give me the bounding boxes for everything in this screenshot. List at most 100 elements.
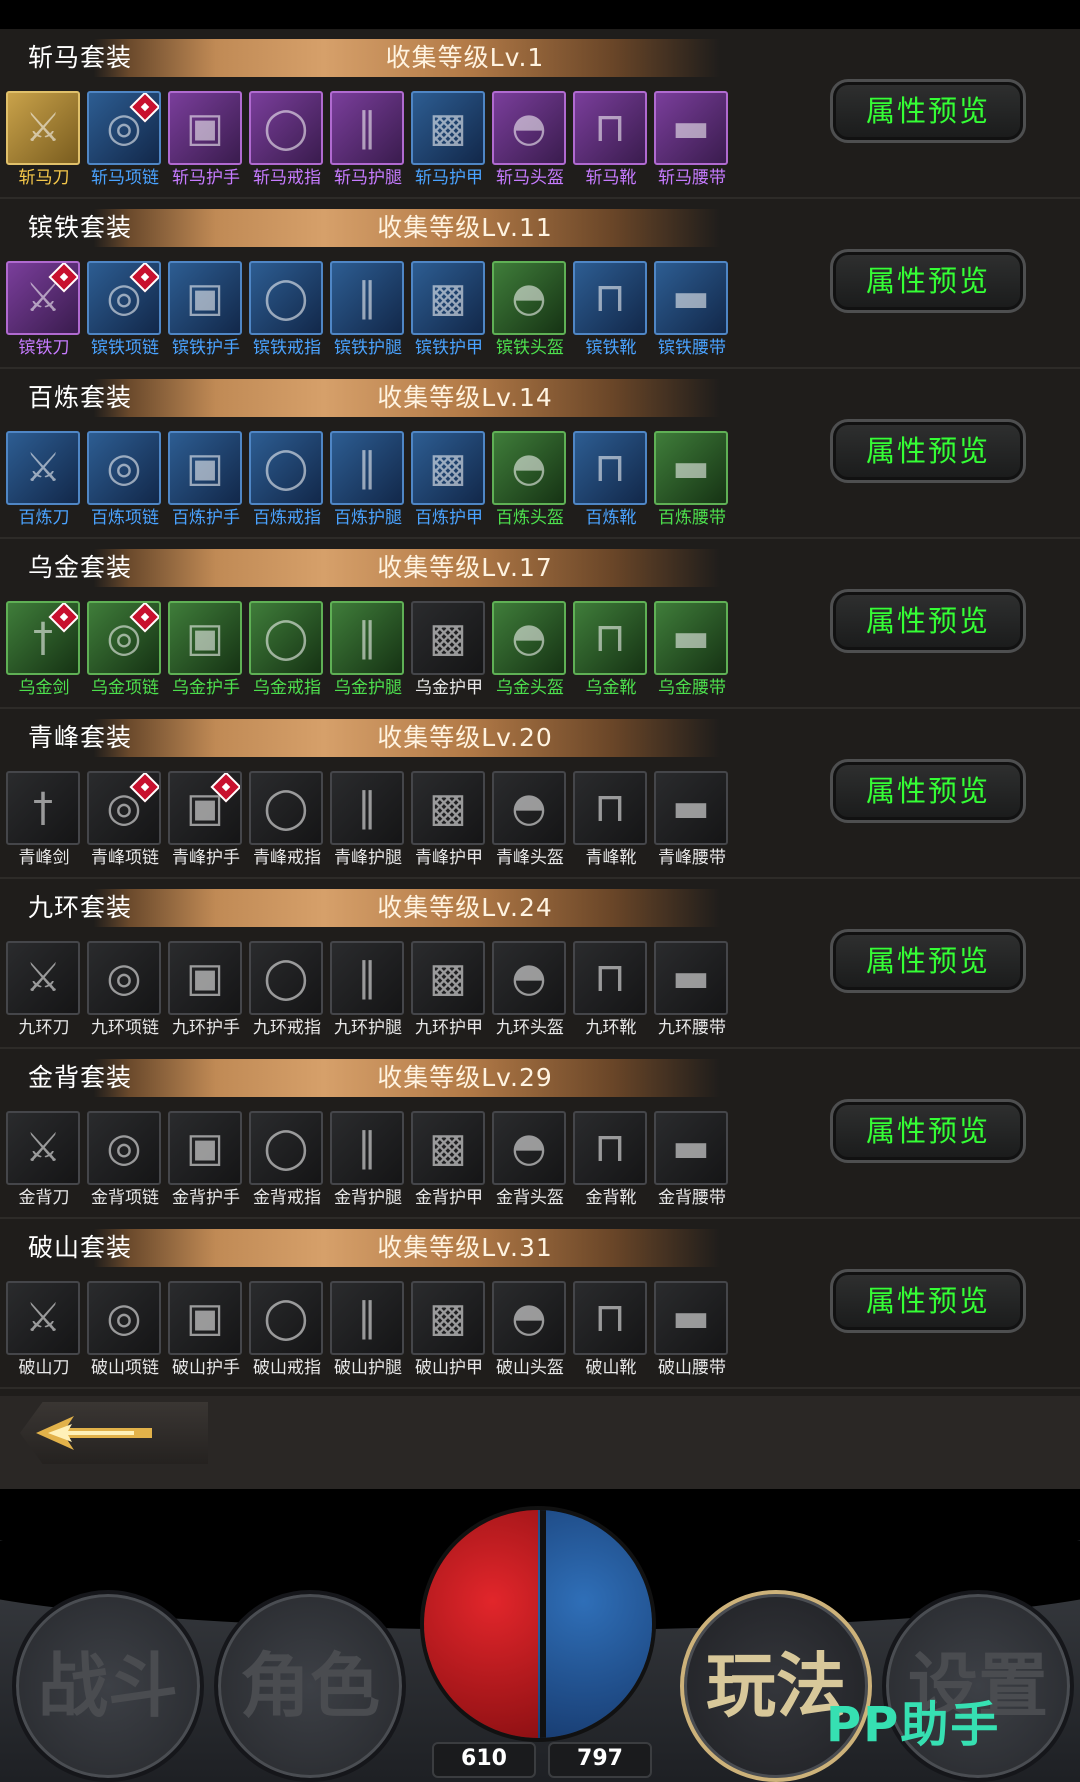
item-slot[interactable]: ▬ bbox=[654, 601, 728, 675]
equipment-item[interactable]: ◎ 青峰项链 bbox=[87, 771, 163, 871]
item-slot[interactable]: ▬ bbox=[654, 1111, 728, 1185]
equipment-item[interactable]: ⊓ 金背靴 bbox=[573, 1111, 649, 1211]
item-slot[interactable]: ⚔ bbox=[6, 1111, 80, 1185]
equipment-item[interactable]: ⊓ 镔铁靴 bbox=[573, 261, 649, 361]
item-slot[interactable]: ◎ bbox=[87, 1281, 161, 1355]
equipment-item[interactable]: ∥ 百炼护腿 bbox=[330, 431, 406, 531]
item-slot[interactable]: ◓ bbox=[492, 601, 566, 675]
equipment-item[interactable]: ⊓ 斩马靴 bbox=[573, 91, 649, 191]
item-slot[interactable]: ▬ bbox=[654, 771, 728, 845]
equipment-item[interactable]: ⊓ 百炼靴 bbox=[573, 431, 649, 531]
item-slot[interactable]: ▣ bbox=[168, 601, 242, 675]
equipment-item[interactable]: ∥ 九环护腿 bbox=[330, 941, 406, 1041]
item-slot[interactable]: ▩ bbox=[411, 601, 485, 675]
item-slot[interactable]: ◓ bbox=[492, 1281, 566, 1355]
item-slot[interactable]: ◓ bbox=[492, 771, 566, 845]
equipment-item[interactable]: ▬ 乌金腰带 bbox=[654, 601, 730, 701]
equipment-item[interactable]: ◎ 百炼项链 bbox=[87, 431, 163, 531]
equipment-item[interactable]: ◓ 金背头盔 bbox=[492, 1111, 568, 1211]
equipment-item[interactable]: ⊓ 乌金靴 bbox=[573, 601, 649, 701]
item-slot[interactable]: ⊓ bbox=[573, 1281, 647, 1355]
item-slot[interactable]: ◯ bbox=[249, 91, 323, 165]
item-slot[interactable]: ◯ bbox=[249, 1111, 323, 1185]
equipment-item[interactable]: ◓ 九环头盔 bbox=[492, 941, 568, 1041]
item-slot[interactable]: ▩ bbox=[411, 261, 485, 335]
equipment-item[interactable]: ▬ 破山腰带 bbox=[654, 1281, 730, 1381]
item-slot[interactable]: ◎ bbox=[87, 771, 161, 845]
equipment-item[interactable]: ⚔ 镔铁刀 bbox=[6, 261, 82, 361]
equipment-item[interactable]: ▣ 破山护手 bbox=[168, 1281, 244, 1381]
equipment-item[interactable]: ◯ 镔铁戒指 bbox=[249, 261, 325, 361]
attribute-preview-button[interactable]: 属性预览 bbox=[830, 249, 1026, 313]
equipment-item[interactable]: ∥ 斩马护腿 bbox=[330, 91, 406, 191]
equipment-item[interactable]: ⚔ 破山刀 bbox=[6, 1281, 82, 1381]
attribute-preview-button[interactable]: 属性预览 bbox=[830, 1269, 1026, 1333]
equipment-item[interactable]: † 青峰剑 bbox=[6, 771, 82, 871]
item-slot[interactable]: ◓ bbox=[492, 941, 566, 1015]
item-slot[interactable]: ▣ bbox=[168, 261, 242, 335]
item-slot[interactable]: ◎ bbox=[87, 431, 161, 505]
equipment-item[interactable]: ◎ 斩马项链 bbox=[87, 91, 163, 191]
equipment-item[interactable]: ◎ 九环项链 bbox=[87, 941, 163, 1041]
equipment-item[interactable]: ▩ 金背护甲 bbox=[411, 1111, 487, 1211]
item-slot[interactable]: ▣ bbox=[168, 1111, 242, 1185]
item-slot[interactable]: ◎ bbox=[87, 91, 161, 165]
item-slot[interactable]: ◯ bbox=[249, 431, 323, 505]
item-slot[interactable]: ▬ bbox=[654, 941, 728, 1015]
equipment-item[interactable]: ▬ 九环腰带 bbox=[654, 941, 730, 1041]
attribute-preview-button[interactable]: 属性预览 bbox=[830, 759, 1026, 823]
equipment-item[interactable]: ▣ 镔铁护手 bbox=[168, 261, 244, 361]
equipment-item[interactable]: ▩ 九环护甲 bbox=[411, 941, 487, 1041]
nav-battle-button[interactable]: 战斗 bbox=[12, 1590, 204, 1782]
item-slot[interactable]: ◓ bbox=[492, 91, 566, 165]
equipment-item[interactable]: ▩ 百炼护甲 bbox=[411, 431, 487, 531]
equipment-item[interactable]: ▩ 青峰护甲 bbox=[411, 771, 487, 871]
item-slot[interactable]: ◯ bbox=[249, 1281, 323, 1355]
item-slot[interactable]: ⊓ bbox=[573, 91, 647, 165]
equipment-item[interactable]: ◓ 青峰头盔 bbox=[492, 771, 568, 871]
equipment-item[interactable]: ⚔ 百炼刀 bbox=[6, 431, 82, 531]
equipment-item[interactable]: ◯ 金背戒指 bbox=[249, 1111, 325, 1211]
item-slot[interactable]: ⚔ bbox=[6, 261, 80, 335]
equipment-item[interactable]: ▬ 镔铁腰带 bbox=[654, 261, 730, 361]
equipment-item[interactable]: ▣ 百炼护手 bbox=[168, 431, 244, 531]
equipment-item[interactable]: ◎ 破山项链 bbox=[87, 1281, 163, 1381]
item-slot[interactable]: ⊓ bbox=[573, 941, 647, 1015]
attribute-preview-button[interactable]: 属性预览 bbox=[830, 419, 1026, 483]
equipment-item[interactable]: ▣ 青峰护手 bbox=[168, 771, 244, 871]
equipment-item[interactable]: ▩ 乌金护甲 bbox=[411, 601, 487, 701]
item-slot[interactable]: ∥ bbox=[330, 1111, 404, 1185]
equipment-item[interactable]: ◯ 破山戒指 bbox=[249, 1281, 325, 1381]
equipment-item[interactable]: ▩ 斩马护甲 bbox=[411, 91, 487, 191]
item-slot[interactable]: ◓ bbox=[492, 261, 566, 335]
item-slot[interactable]: ⊓ bbox=[573, 431, 647, 505]
item-slot[interactable]: ▬ bbox=[654, 1281, 728, 1355]
equipment-item[interactable]: ∥ 破山护腿 bbox=[330, 1281, 406, 1381]
equipment-item[interactable]: ⊓ 破山靴 bbox=[573, 1281, 649, 1381]
equipment-item[interactable]: ◯ 百炼戒指 bbox=[249, 431, 325, 531]
item-slot[interactable]: ▣ bbox=[168, 91, 242, 165]
item-slot[interactable]: ▣ bbox=[168, 771, 242, 845]
item-slot[interactable]: ∥ bbox=[330, 91, 404, 165]
item-slot[interactable]: ◯ bbox=[249, 771, 323, 845]
equipment-item[interactable]: ◓ 百炼头盔 bbox=[492, 431, 568, 531]
equipment-item[interactable]: ▣ 斩马护手 bbox=[168, 91, 244, 191]
equipment-item[interactable]: ∥ 青峰护腿 bbox=[330, 771, 406, 871]
attribute-preview-button[interactable]: 属性预览 bbox=[830, 79, 1026, 143]
equipment-item[interactable]: ◎ 乌金项链 bbox=[87, 601, 163, 701]
equipment-item[interactable]: ◓ 乌金头盔 bbox=[492, 601, 568, 701]
item-slot[interactable]: † bbox=[6, 771, 80, 845]
equipment-item[interactable]: ⚔ 斩马刀 bbox=[6, 91, 82, 191]
equipment-item[interactable]: ▬ 金背腰带 bbox=[654, 1111, 730, 1211]
item-slot[interactable]: ◎ bbox=[87, 941, 161, 1015]
item-slot[interactable]: ∥ bbox=[330, 1281, 404, 1355]
item-slot[interactable]: ◯ bbox=[249, 601, 323, 675]
equipment-item[interactable]: ▬ 青峰腰带 bbox=[654, 771, 730, 871]
equipment-item[interactable]: ∥ 乌金护腿 bbox=[330, 601, 406, 701]
attribute-preview-button[interactable]: 属性预览 bbox=[830, 929, 1026, 993]
item-slot[interactable]: ∥ bbox=[330, 261, 404, 335]
attribute-preview-button[interactable]: 属性预览 bbox=[830, 1099, 1026, 1163]
equipment-item[interactable]: ◓ 镔铁头盔 bbox=[492, 261, 568, 361]
equipment-item[interactable]: ▬ 斩马腰带 bbox=[654, 91, 730, 191]
item-slot[interactable]: ∥ bbox=[330, 601, 404, 675]
